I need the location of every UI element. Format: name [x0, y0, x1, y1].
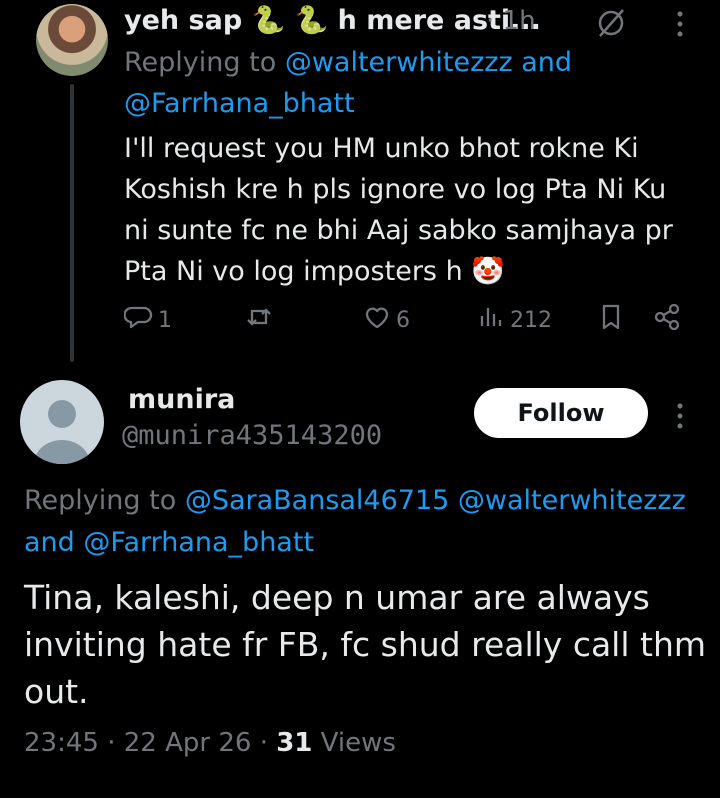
default-avatar-icon [34, 400, 90, 464]
views-button[interactable]: 212 [476, 300, 552, 340]
tweet-text: Tina, kaleshi, deep n umar are always in… [24, 578, 707, 711]
reply-button[interactable]: 1 [123, 300, 172, 340]
replying-to-prefix: Replying to [124, 47, 277, 78]
repost-button[interactable] [244, 300, 274, 340]
mention-link[interactable]: @walterwhitezzz [458, 485, 686, 516]
likes-count: 6 [396, 307, 410, 333]
more-options-icon[interactable] [670, 396, 690, 436]
snake-emoji: 🐍 [294, 5, 329, 36]
reply-body: I'll request you HM unko bhot rokne Ki K… [124, 133, 673, 287]
mention-link[interactable]: @Farrhana_bhatt [124, 88, 355, 119]
name-part1: yeh sap [124, 5, 243, 36]
reply-timestamp[interactable]: · 1h [486, 6, 536, 36]
and-text: and [24, 527, 75, 558]
tweet-date[interactable]: 22 Apr 26 [124, 728, 252, 758]
author-name[interactable]: munira [128, 384, 235, 415]
mute-icon[interactable] [594, 6, 628, 40]
repost-icon [244, 302, 274, 338]
thread-connector-line [70, 84, 74, 362]
comment-icon [123, 302, 154, 338]
follow-button[interactable]: Follow [474, 388, 648, 438]
reply-author-avatar[interactable] [36, 4, 108, 76]
views-count: 212 [510, 307, 552, 333]
mention-link[interactable]: @walterwhitezzz [285, 47, 513, 78]
tweet-metadata: 23:45 · 22 Apr 26 · 31 Views [24, 728, 396, 758]
separator-dot: · [107, 728, 116, 758]
more-options-icon[interactable] [670, 4, 690, 44]
share-button[interactable] [652, 300, 682, 340]
heart-icon [362, 302, 392, 338]
relative-time: 1h [502, 6, 536, 36]
separator-dot: · [259, 728, 268, 758]
bookmark-icon [596, 302, 626, 338]
mention-link[interactable]: @SaraBansal46715 [185, 485, 450, 516]
separator-dot: · [486, 6, 495, 36]
replying-to-line: Replying to @walterwhitezzz and @Farrhan… [124, 42, 684, 124]
like-button[interactable]: 6 [362, 300, 410, 340]
clown-emoji: 🤡 [471, 256, 505, 287]
author-avatar[interactable] [20, 380, 104, 464]
bookmark-button[interactable] [596, 300, 626, 340]
analytics-icon [476, 302, 506, 338]
snake-emoji: 🐍 [251, 5, 286, 36]
reply-text: I'll request you HM unko bhot rokne Ki K… [124, 128, 694, 292]
reply-action-bar: 1 6 212 [123, 300, 694, 340]
replying-to-prefix: Replying to [24, 485, 177, 516]
views-count: 31 [276, 728, 313, 758]
replying-to-line: Replying to @SaraBansal46715 @walterwhit… [24, 480, 714, 564]
mention-link[interactable]: @Farrhana_bhatt [83, 527, 314, 558]
tweet-time[interactable]: 23:45 [24, 728, 99, 758]
views-label: Views [320, 728, 396, 758]
author-handle[interactable]: @munira435143200 [122, 420, 382, 451]
replies-count: 1 [158, 307, 172, 333]
reply-author-name[interactable]: yeh sap 🐍 🐍 h mere asti... [124, 4, 541, 36]
and-text: and [521, 47, 573, 78]
share-icon [652, 302, 682, 338]
